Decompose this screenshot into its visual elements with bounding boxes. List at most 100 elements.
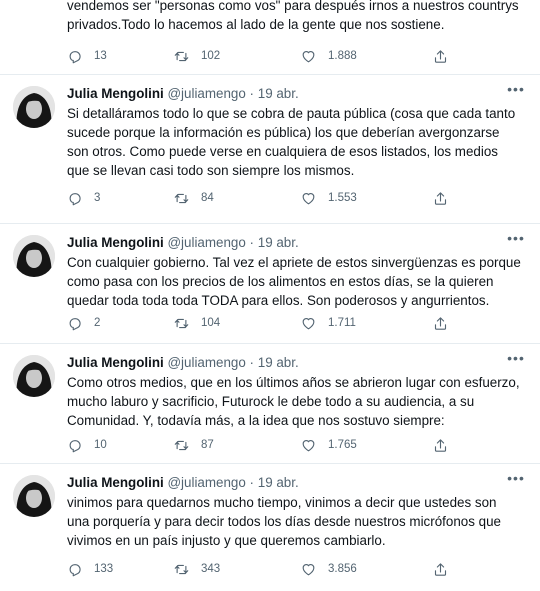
reply-button[interactable]: 3: [67, 189, 100, 207]
reply-count: 133: [94, 563, 114, 575]
tweet-text: Si detalláramos todo lo que se cobra de …: [67, 106, 516, 178]
share-button[interactable]: [433, 560, 448, 578]
tweet[interactable]: Julia Mengolini @juliamengo · 19 abr. ••…: [0, 223, 540, 344]
reply-icon: [69, 439, 81, 452]
like-button[interactable]: 1.553: [301, 189, 357, 207]
separator: ·: [249, 235, 255, 250]
tweet-date[interactable]: 19 abr.: [258, 86, 299, 101]
retweet-count: 104: [201, 317, 221, 329]
retweet-icon: [174, 51, 189, 61]
tweet-actions: 133 343 3.856: [67, 560, 457, 578]
more-icon: •••: [507, 81, 525, 97]
like-count: 1.765: [328, 439, 357, 451]
share-icon: [434, 191, 447, 205]
tweet-header: Julia Mengolini @juliamengo · 19 abr.: [67, 474, 299, 492]
author-name[interactable]: Julia Mengolini: [67, 86, 164, 101]
tweet[interactable]: Julia Mengolini @juliamengo · 19 abr. ••…: [0, 463, 540, 590]
author-handle[interactable]: @juliamengo: [167, 86, 245, 101]
tweet-header: Julia Mengolini @juliamengo · 19 abr.: [67, 234, 299, 252]
avatar[interactable]: [13, 235, 55, 277]
like-icon: [302, 50, 315, 62]
retweet-button[interactable]: 343: [174, 560, 220, 578]
avatar[interactable]: [13, 86, 55, 128]
separator: ·: [249, 355, 255, 370]
like-button[interactable]: 1.765: [301, 436, 357, 454]
more-button[interactable]: •••: [506, 231, 526, 247]
share-button[interactable]: [433, 189, 448, 207]
tweet-text: vinimos para quedarnos mucho tiempo, vin…: [67, 495, 501, 548]
reply-icon: [69, 563, 81, 576]
avatar[interactable]: [13, 355, 55, 397]
more-icon: •••: [507, 350, 525, 366]
retweet-button[interactable]: 104: [174, 314, 220, 332]
reply-button[interactable]: 13: [67, 47, 107, 65]
tweet[interactable]: Julia Mengolini @juliamengo · 19 abr. ••…: [0, 74, 540, 224]
retweet-icon: [174, 440, 189, 450]
retweet-count: 102: [201, 50, 221, 62]
like-button[interactable]: 1.888: [301, 47, 357, 65]
like-count: 3.856: [328, 563, 357, 575]
tweet-header: Julia Mengolini @juliamengo · 19 abr.: [67, 85, 299, 103]
like-button[interactable]: 3.856: [301, 560, 357, 578]
retweet-button[interactable]: 87: [174, 436, 214, 454]
reply-count: 3: [94, 192, 101, 204]
like-count: 1.711: [328, 317, 356, 329]
tweet-actions: 10 87 1.765: [67, 436, 457, 454]
more-button[interactable]: •••: [506, 82, 526, 98]
like-icon: [302, 563, 315, 575]
share-icon: [434, 438, 447, 452]
tweet-partial[interactable]: vendemos ser "personas como vos" para de…: [0, 0, 540, 75]
tweet-text: Con cualquier gobierno. Tal vez el aprie…: [67, 255, 521, 308]
like-icon: [302, 317, 315, 329]
author-handle[interactable]: @juliamengo: [167, 355, 245, 370]
tweet[interactable]: Julia Mengolini @juliamengo · 19 abr. ••…: [0, 343, 540, 464]
like-count: 1.888: [328, 50, 357, 62]
tweet-date[interactable]: 19 abr.: [258, 355, 299, 370]
reply-icon: [69, 50, 81, 63]
tweet-actions: 3 84 1.553: [67, 189, 457, 207]
retweet-icon: [174, 193, 189, 203]
reply-count: 10: [94, 439, 107, 451]
more-icon: •••: [507, 470, 525, 486]
share-button[interactable]: [433, 314, 448, 332]
retweet-icon: [174, 564, 189, 574]
more-button[interactable]: •••: [506, 471, 526, 487]
share-icon: [434, 562, 447, 576]
share-button[interactable]: [433, 47, 448, 65]
reply-icon: [69, 317, 81, 330]
tweet-date[interactable]: 19 abr.: [258, 475, 299, 490]
retweet-button[interactable]: 84: [174, 189, 214, 207]
reply-button[interactable]: 10: [67, 436, 107, 454]
reply-count: 13: [94, 50, 107, 62]
more-button[interactable]: •••: [506, 351, 526, 367]
avatar[interactable]: [13, 475, 55, 517]
share-icon: [434, 316, 447, 330]
like-icon: [302, 439, 315, 451]
tweet-header: Julia Mengolini @juliamengo · 19 abr.: [67, 354, 299, 372]
reply-icon: [69, 192, 81, 205]
author-name[interactable]: Julia Mengolini: [67, 475, 164, 490]
tweet-thread: vendemos ser "personas como vos" para de…: [0, 0, 540, 591]
like-count: 1.553: [328, 192, 357, 204]
share-icon: [434, 49, 447, 63]
retweet-count: 343: [201, 563, 221, 575]
separator: ·: [249, 86, 255, 101]
separator: ·: [249, 475, 255, 490]
reply-button[interactable]: 133: [67, 560, 113, 578]
author-name[interactable]: Julia Mengolini: [67, 235, 164, 250]
retweet-count: 84: [201, 192, 214, 204]
retweet-button[interactable]: 102: [174, 47, 220, 65]
tweet-date[interactable]: 19 abr.: [258, 235, 299, 250]
author-name[interactable]: Julia Mengolini: [67, 355, 164, 370]
tweet-text: Como otros medios, que en los últimos añ…: [67, 375, 520, 428]
tweet-actions: 2 104 1.711: [67, 314, 457, 332]
share-button[interactable]: [433, 436, 448, 454]
retweet-icon: [174, 318, 189, 328]
reply-button[interactable]: 2: [67, 314, 100, 332]
reply-count: 2: [94, 317, 101, 329]
more-icon: •••: [507, 230, 525, 246]
like-button[interactable]: 1.711: [301, 314, 356, 332]
author-handle[interactable]: @juliamengo: [167, 235, 245, 250]
author-handle[interactable]: @juliamengo: [167, 475, 245, 490]
like-icon: [302, 192, 315, 204]
